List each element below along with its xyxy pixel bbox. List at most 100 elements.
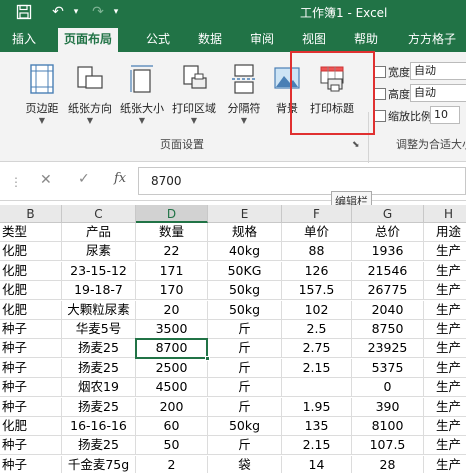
table-cell[interactable]: 5375 [352,358,424,378]
table-cell[interactable]: 化肥 [0,417,62,436]
scale-input[interactable]: 10 [430,106,460,124]
tab-help[interactable]: 帮助 [354,30,378,52]
table-cell[interactable]: 生产 [424,242,466,262]
table-cell[interactable]: 化肥 [0,261,62,281]
fill-handle[interactable] [205,355,210,361]
table-cell[interactable]: 种子 [0,436,62,456]
undo-icon[interactable]: ↶ [48,2,68,22]
table-cell[interactable]: 22 [136,242,208,262]
table-cell[interactable]: 200 [136,397,208,417]
header-cell[interactable]: 用途 [424,223,466,242]
table-cell[interactable]: 28 [352,455,424,473]
tab-fangfanggezi[interactable]: 方方格子 [408,30,456,52]
table-cell[interactable]: 化肥 [0,300,62,320]
table-cell[interactable]: 种子 [0,320,62,339]
print-area-button[interactable]: 打印区域 ▼ [172,58,216,128]
table-cell[interactable]: 生产 [424,417,466,436]
table-cell[interactable]: 21546 [352,261,424,281]
height-select[interactable]: 自动 [410,84,466,102]
tab-data[interactable]: 数据 [198,30,222,52]
table-cell[interactable]: 袋 [208,455,282,473]
table-cell[interactable]: 生产 [424,378,466,398]
width-select[interactable]: 自动 [410,62,466,80]
table-cell[interactable]: 生产 [424,436,466,456]
table-cell[interactable]: 斤 [208,378,282,398]
table-cell[interactable]: 扬麦25 [62,339,136,359]
breaks-button[interactable]: 分隔符 ▼ [222,58,266,128]
column-header-d[interactable]: D [136,205,208,223]
dialog-launcher-icon[interactable]: ⬊ [352,140,360,150]
redo-icon[interactable]: ↷ [88,2,108,22]
table-cell[interactable]: 14 [282,455,352,473]
table-cell[interactable]: 尿素 [62,242,136,262]
table-cell[interactable]: 20 [136,300,208,320]
table-cell[interactable] [282,378,352,398]
table-cell[interactable]: 扬麦25 [62,397,136,417]
table-cell[interactable]: 390 [352,397,424,417]
more-icon[interactable]: ▾ [106,2,126,22]
table-cell[interactable]: 种子 [0,358,62,378]
header-cell[interactable]: 产品 [62,223,136,242]
table-cell[interactable]: 88 [282,242,352,262]
column-header-c[interactable]: C [62,205,136,223]
size-button[interactable]: 纸张大小 ▼ [120,58,164,128]
table-cell[interactable]: 种子 [0,339,62,359]
table-cell[interactable]: 化肥 [0,242,62,262]
table-cell[interactable]: 102 [282,300,352,320]
save-icon[interactable] [14,2,34,22]
table-cell[interactable]: 大颗粒尿素 [62,300,136,320]
table-cell[interactable]: 170 [136,281,208,301]
table-cell[interactable]: 生产 [424,398,466,417]
tab-view[interactable]: 视图 [302,30,326,52]
table-cell[interactable]: 4500 [136,378,208,398]
table-cell[interactable]: 2.5 [282,320,352,339]
spreadsheet-grid[interactable]: B C D E F G H 类型 产品 数量 规格 单价 总价 用途 化肥 尿素 22 40kg 88 1936 生产化… [0,205,466,473]
table-cell[interactable]: 1936 [352,242,424,262]
confirm-icon[interactable]: ✓ [78,171,90,187]
table-cell[interactable]: 135 [282,417,352,436]
column-header-g[interactable]: G [352,205,424,223]
table-cell[interactable]: 157.5 [282,281,352,301]
tab-formulas[interactable]: 公式 [146,30,170,52]
table-cell[interactable]: 2.75 [282,339,352,359]
table-cell[interactable]: 种子 [0,455,62,473]
header-cell[interactable]: 规格 [208,223,282,242]
table-cell[interactable]: 斤 [208,320,282,339]
table-cell[interactable]: 60 [136,417,208,436]
table-cell[interactable]: 生产 [424,359,466,378]
table-cell[interactable]: 种子 [0,397,62,417]
table-cell[interactable]: 16-16-16 [62,417,136,436]
table-cell[interactable]: 50kg [208,417,282,436]
table-cell[interactable]: 斤 [208,358,282,378]
column-header-b[interactable]: B [0,205,62,223]
table-cell[interactable]: 50kg [208,281,282,301]
table-cell[interactable]: 2.15 [282,436,352,456]
insert-function-icon[interactable]: fx [114,171,126,186]
table-cell[interactable]: 8750 [352,320,424,339]
margins-button[interactable]: 页边距 ▼ [20,58,64,128]
table-cell[interactable]: 50KG [208,261,282,281]
table-cell[interactable]: 2040 [352,300,424,320]
table-cell[interactable]: 26775 [352,281,424,301]
table-cell[interactable]: 斤 [208,339,282,359]
table-cell[interactable]: 生产 [424,262,466,281]
header-cell[interactable]: 数量 [136,223,208,242]
cancel-icon[interactable]: ✕ [40,172,52,188]
table-cell[interactable]: 126 [282,261,352,281]
table-cell[interactable]: 1.95 [282,397,352,417]
header-cell[interactable]: 类型 [0,223,62,242]
table-cell[interactable]: 19-18-7 [62,281,136,301]
table-cell[interactable]: 2.15 [282,358,352,378]
table-cell[interactable]: 斤 [208,436,282,456]
table-cell[interactable]: 生产 [424,301,466,320]
table-cell[interactable]: 扬麦25 [62,358,136,378]
tab-insert[interactable]: 插入 [12,30,36,52]
orientation-button[interactable]: 纸张方向 ▼ [68,58,112,128]
formula-input[interactable]: 8700 [138,167,466,195]
table-cell[interactable]: 千金麦75g [62,455,136,473]
undo-dropdown-icon[interactable]: ▾ [66,2,86,22]
table-cell[interactable]: 化肥 [0,281,62,301]
table-cell[interactable]: 种子 [0,378,62,398]
table-cell[interactable]: 生产 [424,281,466,301]
tab-review[interactable]: 审阅 [250,30,274,52]
